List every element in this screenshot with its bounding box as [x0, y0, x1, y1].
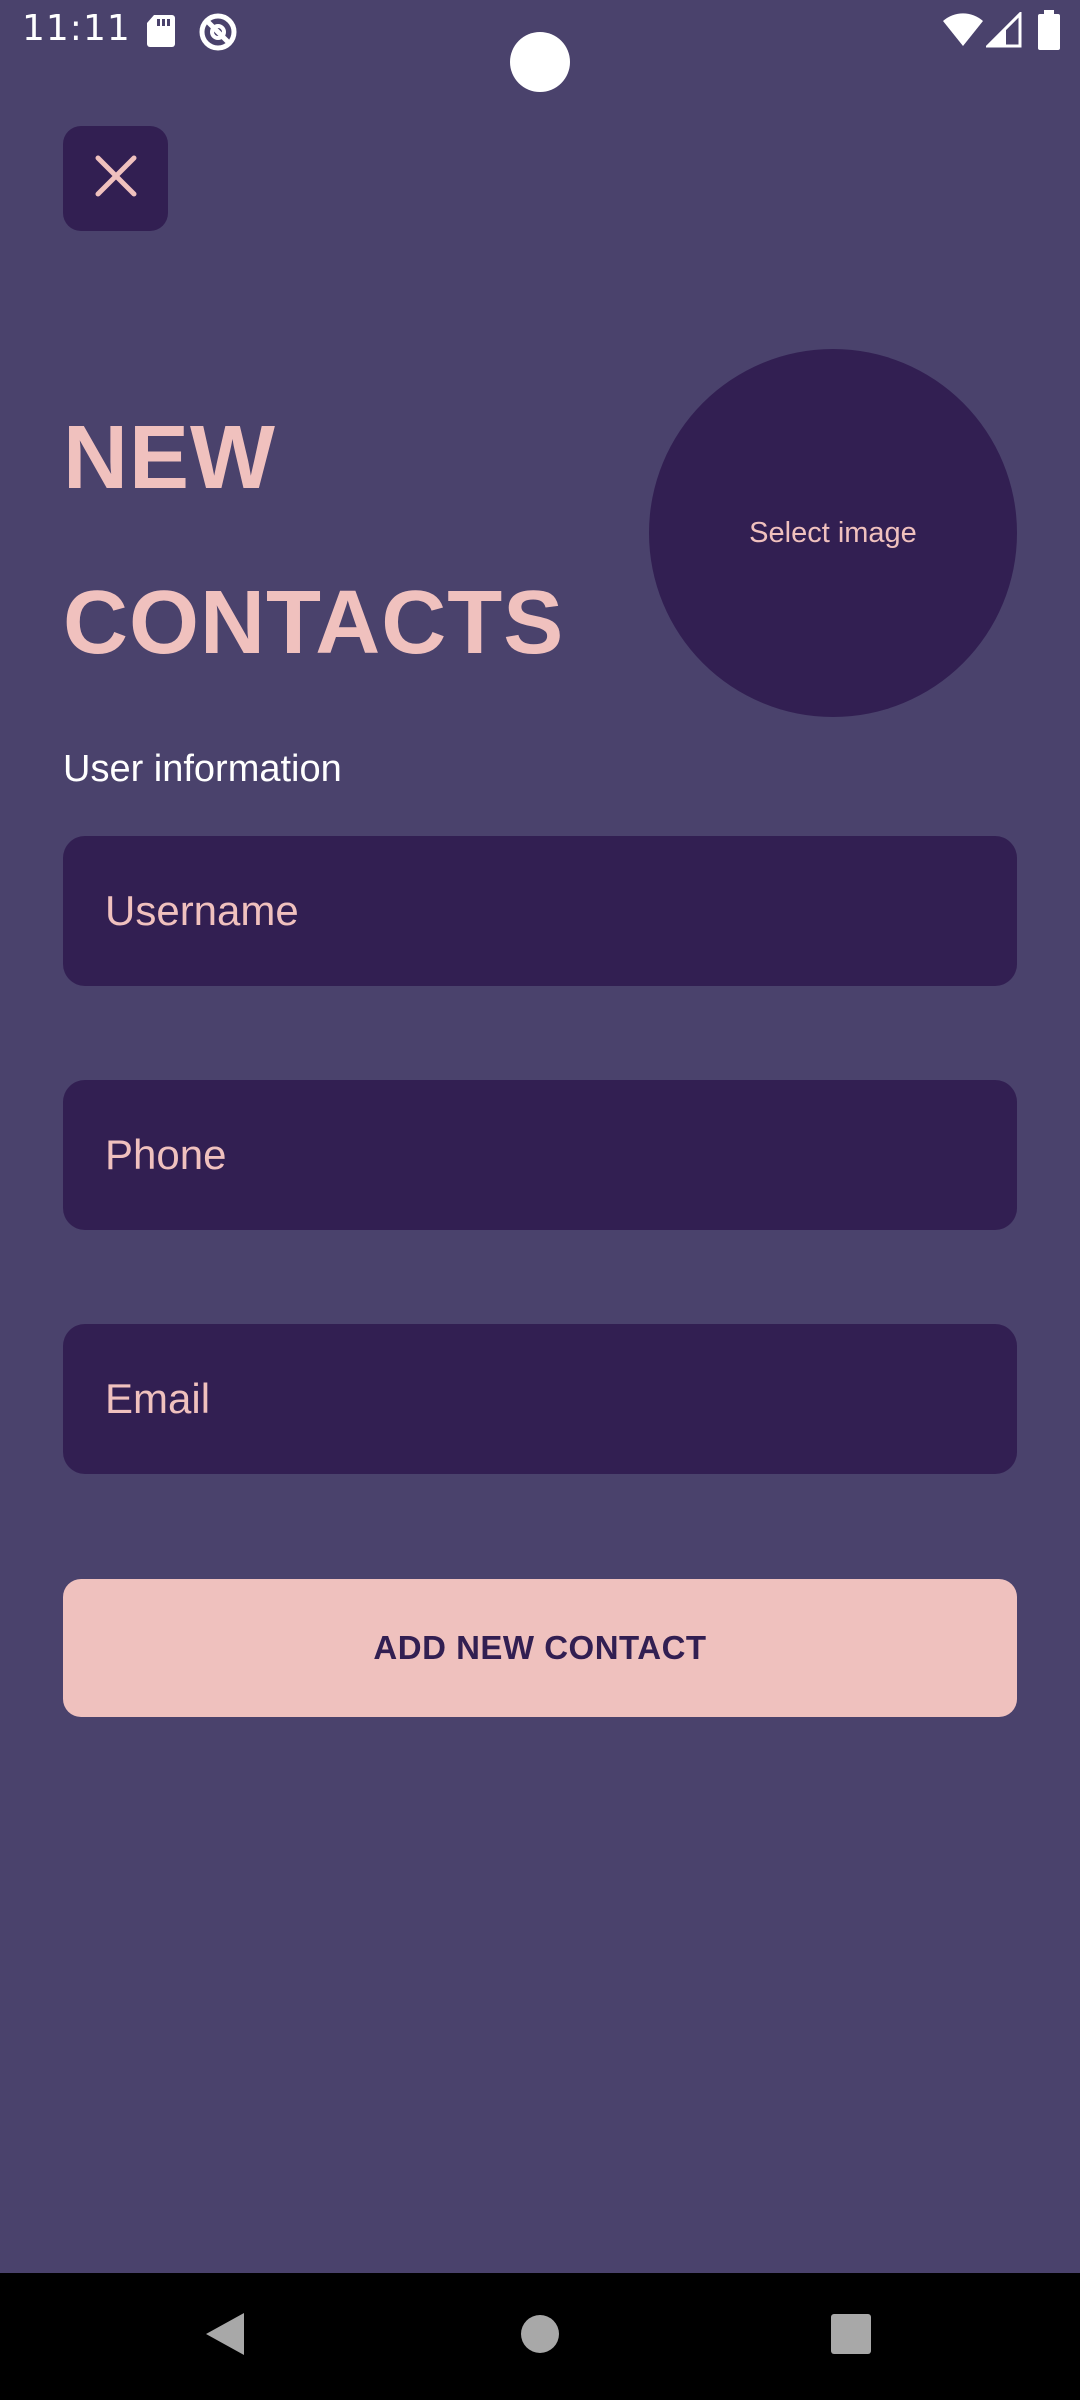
- select-image-button[interactable]: Select image: [649, 349, 1017, 717]
- no-disturb-icon: [198, 12, 238, 57]
- nav-recents-button[interactable]: [781, 2273, 921, 2400]
- email-field[interactable]: [63, 1324, 1017, 1474]
- select-image-label: Select image: [749, 516, 917, 549]
- sd-card-icon: [146, 14, 176, 53]
- recents-icon: [831, 2314, 871, 2359]
- status-bar: 11:11: [0, 0, 1080, 92]
- camera-cutout: [510, 32, 570, 92]
- add-new-contact-label: ADD NEW CONTACT: [373, 1629, 707, 1666]
- page-title-line2: CONTACTS: [63, 573, 565, 673]
- signal-icon: [984, 10, 1022, 53]
- username-field[interactable]: [63, 836, 1017, 986]
- back-icon: [204, 2311, 246, 2362]
- close-icon: [94, 154, 138, 203]
- page-title-line1: NEW: [63, 408, 276, 508]
- phone-input[interactable]: [105, 1131, 1017, 1179]
- navigation-bar: [0, 2273, 1080, 2400]
- add-new-contact-button[interactable]: ADD NEW CONTACT: [63, 1579, 1017, 1717]
- home-icon: [520, 2314, 560, 2359]
- battery-icon: [1038, 10, 1060, 55]
- new-contact-screen: 11:11 NEW CONTACTS Select image User inf…: [0, 0, 1080, 2400]
- nav-home-button[interactable]: [470, 2273, 610, 2400]
- user-information-label: User information: [63, 748, 342, 790]
- email-input[interactable]: [105, 1375, 1017, 1423]
- close-button[interactable]: [63, 126, 168, 231]
- nav-back-button[interactable]: [155, 2273, 295, 2400]
- status-time: 11:11: [22, 8, 131, 49]
- wifi-icon: [942, 12, 984, 53]
- username-input[interactable]: [105, 887, 1017, 935]
- phone-field[interactable]: [63, 1080, 1017, 1230]
